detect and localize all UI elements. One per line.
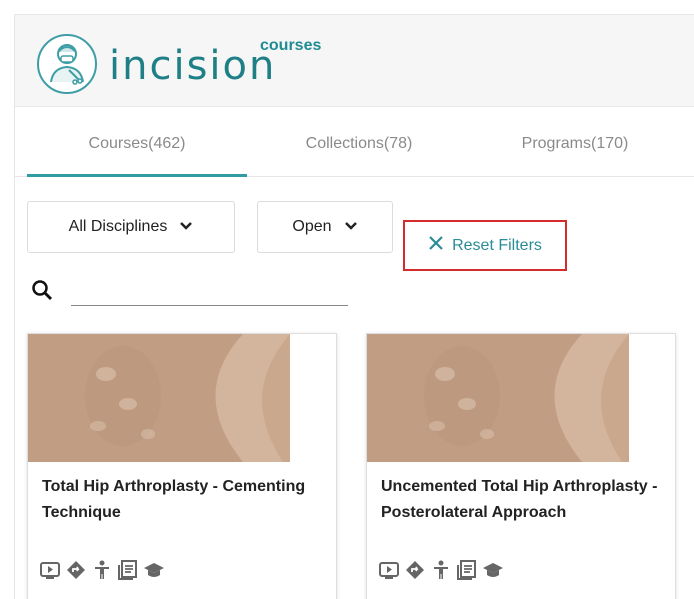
tab-courses[interactable]: Courses(462) [27, 125, 247, 177]
graduation-cap-icon [483, 560, 503, 580]
person-icon [431, 560, 451, 580]
course-title[interactable]: Uncemented Total Hip Arthroplasty - Post… [381, 474, 661, 526]
surgeon-logo-icon[interactable] [37, 34, 97, 94]
close-icon [428, 235, 444, 256]
course-card[interactable]: Uncemented Total Hip Arthroplasty - Post… [366, 333, 676, 599]
notes-icon [457, 560, 477, 580]
course-thumbnail [28, 334, 336, 462]
notes-icon [118, 560, 138, 580]
search-icon[interactable] [31, 279, 53, 301]
graduation-cap-icon [144, 560, 164, 580]
course-feature-icons [379, 560, 503, 580]
status-dropdown[interactable]: Open [257, 201, 393, 253]
video-icon [379, 560, 399, 580]
tab-programs[interactable]: Programs(170) [475, 125, 675, 177]
chevron-down-icon [179, 218, 193, 236]
reset-filters-button[interactable]: Reset Filters [403, 220, 567, 271]
brand-name[interactable]: incision [109, 46, 276, 86]
status-dropdown-label: Open [292, 218, 332, 235]
discipline-dropdown[interactable]: All Disciplines [27, 201, 235, 253]
brand-subtitle: courses [260, 37, 322, 54]
course-title[interactable]: Total Hip Arthroplasty - Cementing Techn… [42, 474, 322, 526]
tab-collections[interactable]: Collections(78) [259, 125, 459, 177]
search-underline [71, 305, 348, 306]
discipline-dropdown-label: All Disciplines [68, 218, 168, 235]
tab-bar: Courses(462) Collections(78) Programs(17… [15, 125, 694, 177]
reset-filters-label: Reset Filters [452, 236, 542, 254]
route-icon [66, 560, 86, 580]
route-icon [405, 560, 425, 580]
course-feature-icons [40, 560, 164, 580]
search-input[interactable] [71, 281, 348, 305]
header: incision courses [15, 15, 694, 107]
person-icon [92, 560, 112, 580]
course-card[interactable]: Total Hip Arthroplasty - Cementing Techn… [27, 333, 337, 599]
app-frame: incision courses Courses(462) Collection… [14, 14, 694, 599]
course-thumbnail [367, 334, 675, 462]
video-icon [40, 560, 60, 580]
chevron-down-icon [344, 218, 358, 236]
